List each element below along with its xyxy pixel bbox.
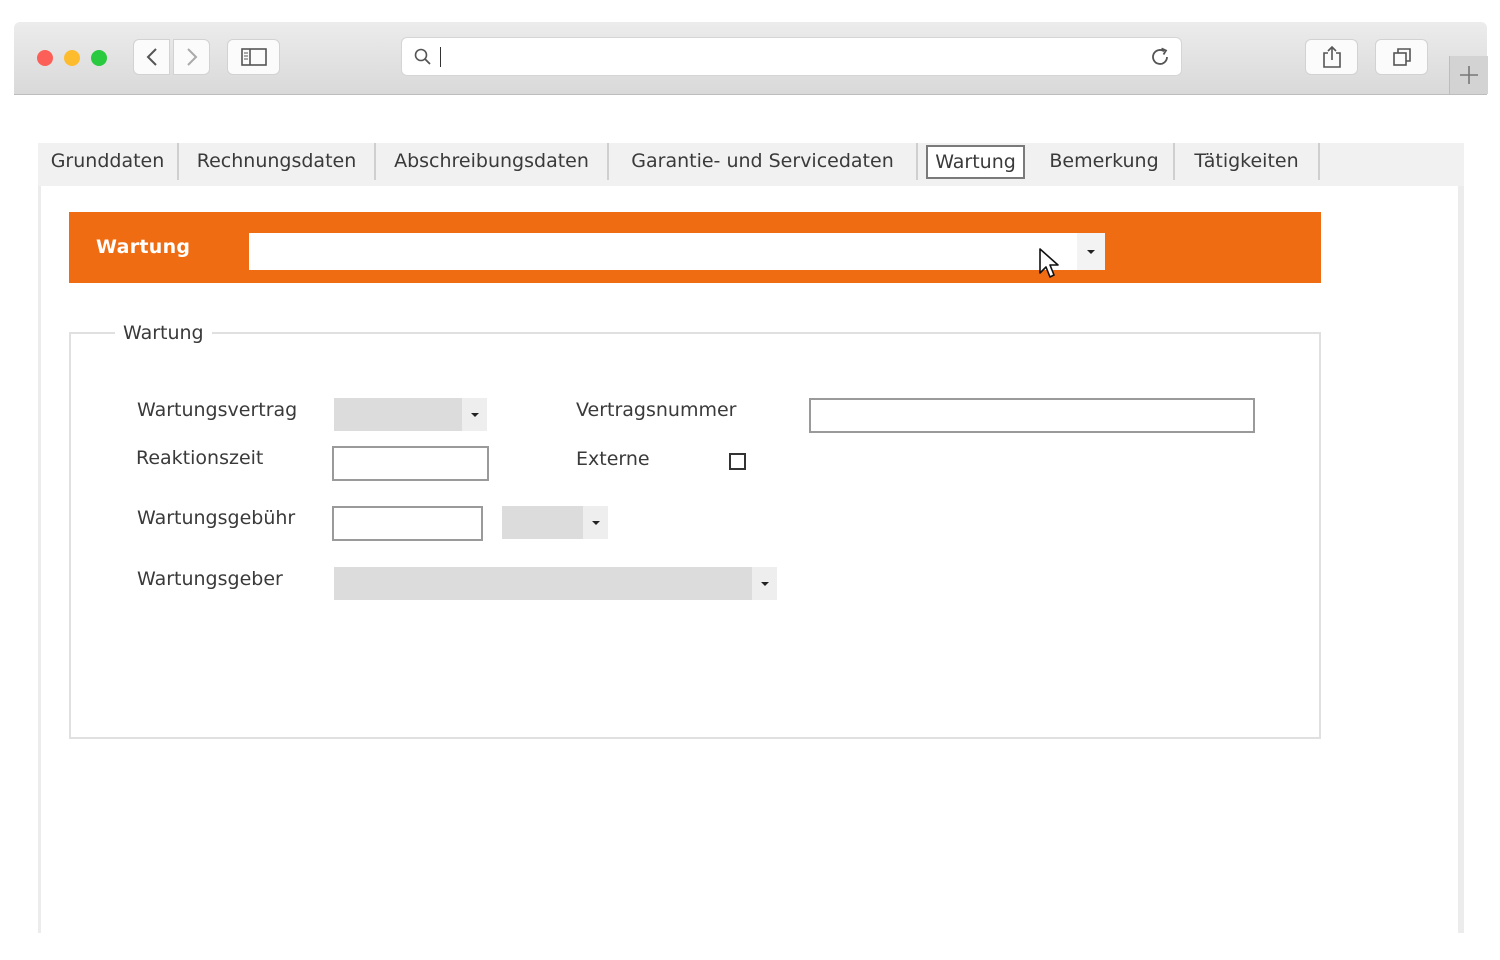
banner-title: Wartung xyxy=(96,236,191,258)
wartung-header-banner: Wartung xyxy=(69,212,1321,283)
reaktionszeit-label: Reaktionszeit xyxy=(136,447,264,469)
externe-wartung-label: Externe Wartung: xyxy=(576,448,663,475)
sidebar-button[interactable] xyxy=(227,39,280,75)
vertragsnummer-label: Vertragsnummer xyxy=(576,399,737,421)
reaktionszeit-input[interactable] xyxy=(332,446,489,481)
minimize-window-button[interactable] xyxy=(64,50,80,66)
reload-icon[interactable] xyxy=(1149,46,1171,68)
wartungsgeber-select[interactable] xyxy=(334,567,777,600)
panel-border-left xyxy=(38,186,41,933)
externe-wartung-checkbox[interactable] xyxy=(729,453,746,470)
wartungsvertrag-select[interactable] xyxy=(334,398,487,431)
wartungsgebuehr-input[interactable] xyxy=(332,506,483,541)
tab-wartung[interactable]: Wartung xyxy=(926,145,1025,179)
tab-rechnungsdaten[interactable]: Rechnungsdaten xyxy=(179,143,376,180)
wartungsgeber-label: Wartungsgeber xyxy=(137,568,283,590)
vertragsnummer-input[interactable] xyxy=(809,398,1255,433)
new-tab-button[interactable] xyxy=(1449,56,1488,94)
wartung-record-select[interactable] xyxy=(249,233,1105,270)
plus-icon xyxy=(1460,66,1478,84)
wartungsgebuehr-label: Wartungsgebühr xyxy=(137,507,296,529)
back-button[interactable] xyxy=(133,39,170,75)
tab-bemerkung[interactable]: Bemerkung xyxy=(1035,143,1175,180)
share-icon xyxy=(1322,45,1341,68)
chevron-down-icon[interactable] xyxy=(583,506,608,539)
browser-toolbar xyxy=(14,22,1487,95)
wartungsvertrag-label: Wartungsvertrag xyxy=(137,399,298,421)
app-panel: Grunddaten Rechnungsdaten Abschreibungsd… xyxy=(38,143,1464,933)
close-window-button[interactable] xyxy=(37,50,53,66)
tab-abschreibungsdaten[interactable]: Abschreibungsdaten xyxy=(376,143,609,180)
chevron-down-icon[interactable] xyxy=(462,398,487,431)
share-button[interactable] xyxy=(1305,39,1358,75)
currency-select[interactable] xyxy=(502,506,608,539)
tab-taetigkeiten[interactable]: Tätigkeiten xyxy=(1175,143,1320,180)
chevron-down-icon[interactable] xyxy=(752,567,777,600)
zoom-window-button[interactable] xyxy=(91,50,107,66)
text-caret xyxy=(440,47,441,67)
fieldset-legend: Wartung xyxy=(115,322,212,344)
forward-icon xyxy=(186,48,197,66)
address-bar[interactable] xyxy=(401,37,1182,76)
forward-button[interactable] xyxy=(173,39,210,75)
search-icon xyxy=(414,48,431,65)
tab-bar: Grunddaten Rechnungsdaten Abschreibungsd… xyxy=(38,143,1464,186)
panel-border-right xyxy=(1458,186,1464,933)
dropdown-arrow-icon[interactable] xyxy=(1077,233,1105,270)
tab-garantie-servicedaten[interactable]: Garantie- und Servicedaten xyxy=(609,143,918,180)
wartung-fieldset: Wartung xyxy=(69,322,1321,739)
mouse-cursor-icon xyxy=(1039,248,1059,278)
tab-grunddaten[interactable]: Grunddaten xyxy=(38,143,179,180)
address-input[interactable] xyxy=(446,43,1100,73)
sidebar-icon xyxy=(240,48,267,66)
tab-overview-button[interactable] xyxy=(1375,39,1428,75)
tabs-icon xyxy=(1392,48,1411,66)
back-icon xyxy=(146,48,157,66)
